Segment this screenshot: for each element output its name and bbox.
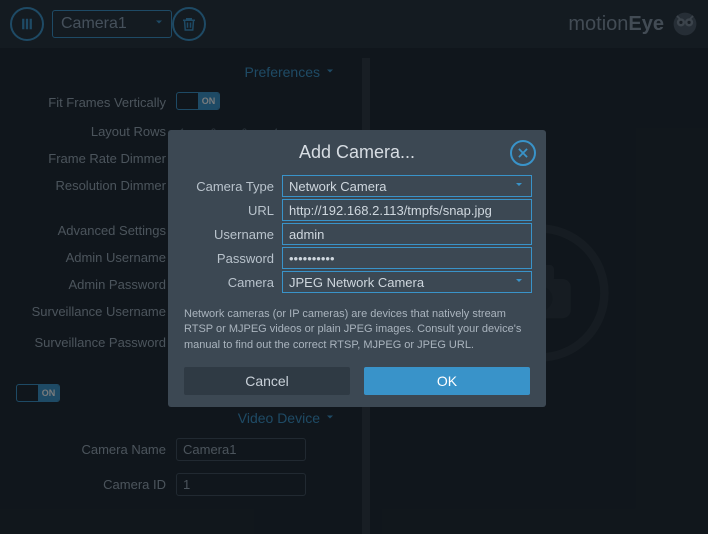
password-input[interactable]: [282, 247, 532, 269]
chevron-down-icon: [513, 179, 525, 194]
username-label: Username: [182, 227, 282, 242]
close-button[interactable]: [510, 140, 536, 166]
camera-type-label: Camera Type: [182, 179, 282, 194]
url-label: URL: [182, 203, 282, 218]
modal-title: Add Camera...: [299, 142, 415, 162]
camera-label: Camera: [182, 275, 282, 290]
add-camera-modal: Add Camera... Camera Type Network Camera…: [168, 130, 546, 407]
password-label: Password: [182, 251, 282, 266]
url-input[interactable]: [282, 199, 532, 221]
modal-help-text: Network cameras (or IP cameras) are devi…: [168, 295, 546, 361]
chevron-down-icon: [513, 275, 525, 290]
cancel-button[interactable]: Cancel: [184, 367, 350, 395]
camera-type-select[interactable]: Network Camera: [282, 175, 532, 197]
close-icon: [516, 146, 530, 160]
ok-button[interactable]: OK: [364, 367, 530, 395]
username-input[interactable]: [282, 223, 532, 245]
camera-select[interactable]: JPEG Network Camera: [282, 271, 532, 293]
